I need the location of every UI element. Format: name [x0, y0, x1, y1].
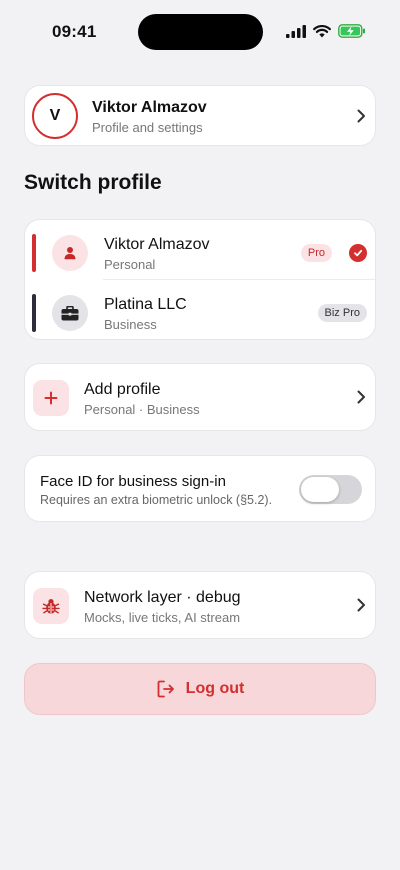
chevron-right-icon — [357, 109, 365, 122]
account-card[interactable]: V Viktor Almazov Profile and settings — [24, 85, 376, 146]
plus-icon — [33, 380, 69, 416]
logout-label: Log out — [185, 680, 245, 697]
briefcase-icon — [61, 305, 79, 320]
face-id-setting: Face ID for business sign-in Requires an… — [24, 455, 376, 522]
avatar-initial: V — [49, 107, 61, 124]
status-bar: 09:41 — [0, 0, 400, 64]
face-id-title: Face ID for business sign-in — [40, 473, 226, 490]
section-title: Switch profile — [24, 171, 162, 194]
face-id-subtitle: Requires an extra biometric unlock (§5.2… — [40, 493, 273, 507]
person-icon — [64, 247, 76, 260]
network-debug-button[interactable]: Network layer · debug Mocks, live ticks,… — [24, 571, 376, 639]
wifi-icon — [313, 24, 331, 37]
profile-avatar — [52, 295, 88, 331]
profile-accent-bar — [32, 294, 36, 332]
dynamic-island — [138, 14, 263, 50]
selected-check-icon — [349, 244, 367, 262]
battery-charging-icon — [338, 24, 365, 38]
profile-type: Business — [104, 317, 157, 332]
account-subtitle: Profile and settings — [92, 120, 203, 135]
profile-name: Platina LLC — [104, 296, 187, 313]
bug-icon — [33, 588, 69, 624]
profile-accent-bar — [32, 234, 36, 272]
account-name: Viktor Almazov — [92, 99, 207, 116]
add-profile-subtitle: Personal · Business — [84, 402, 200, 417]
network-subtitle: Mocks, live ticks, AI stream — [84, 610, 241, 625]
profile-type: Personal — [104, 257, 156, 272]
status-icons — [286, 24, 366, 38]
status-time: 09:41 — [52, 22, 97, 41]
plan-badge: Biz Pro — [317, 304, 367, 322]
logout-icon — [157, 680, 174, 698]
plan-badge: Pro — [300, 244, 332, 262]
profile-name: Viktor Almazov — [104, 236, 210, 253]
toggle-knob — [301, 477, 339, 502]
profiles-list: Viktor Almazov Personal Pro Platina LLC … — [24, 219, 376, 340]
profile-row-personal[interactable]: Viktor Almazov Personal Pro — [25, 220, 375, 280]
chevron-right-icon — [357, 390, 365, 404]
network-title: Network layer · debug — [84, 589, 241, 606]
profile-avatar — [52, 235, 88, 271]
logout-button[interactable]: Log out — [24, 663, 376, 715]
profile-row-business[interactable]: Platina LLC Business Biz Pro — [25, 280, 375, 340]
signal-icon — [286, 24, 306, 38]
add-profile-button[interactable]: Add profile Personal · Business — [24, 363, 376, 431]
face-id-toggle[interactable] — [299, 475, 362, 504]
chevron-right-icon — [357, 598, 365, 612]
avatar: V — [32, 93, 78, 139]
add-profile-title: Add profile — [84, 381, 161, 398]
